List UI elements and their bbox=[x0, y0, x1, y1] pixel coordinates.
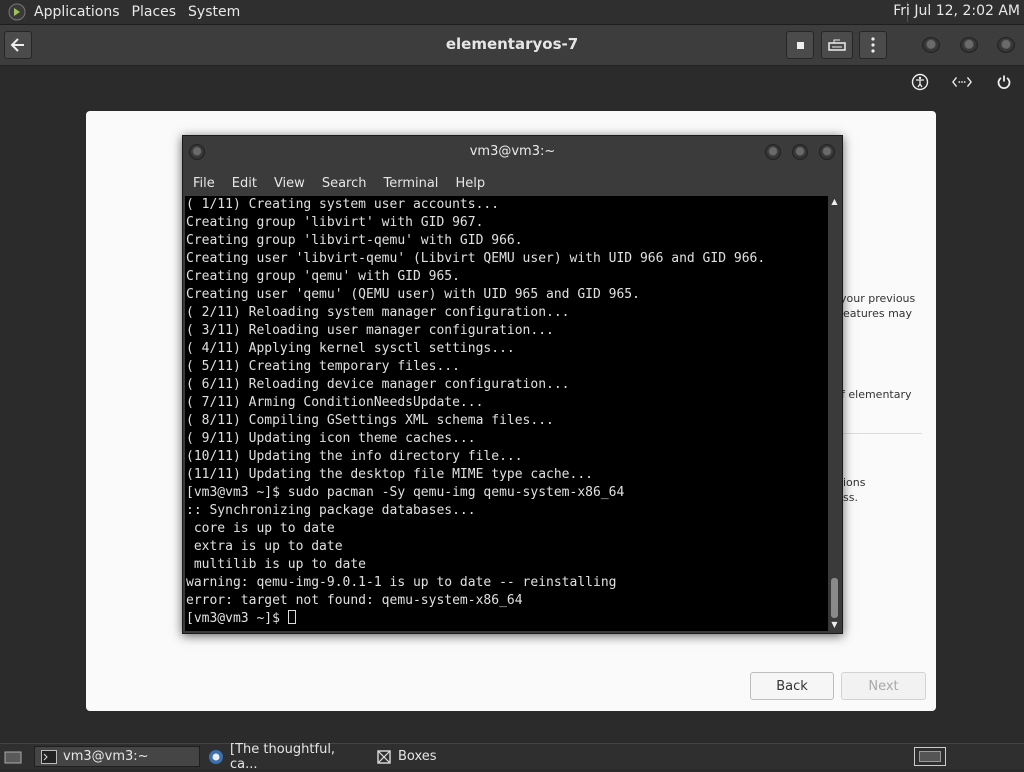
scrollbar-thumb[interactable] bbox=[831, 578, 838, 618]
menu-view[interactable]: View bbox=[274, 176, 312, 191]
terminal-line: ( 8/11) Compiling GSettings XML schema f… bbox=[186, 413, 554, 428]
distro-logo-icon[interactable] bbox=[8, 3, 26, 21]
menu-file[interactable]: File bbox=[193, 176, 222, 191]
installer-text-fragment: eatures may bbox=[843, 307, 913, 320]
terminal-line: [vm3@vm3 ~]$ sudo pacman -Sy qemu-img qe… bbox=[186, 485, 625, 500]
terminal-icon bbox=[41, 749, 57, 764]
terminal-minimize-button[interactable] bbox=[765, 144, 781, 160]
terminal-line: Creating group 'libvirt' with GID 967. bbox=[186, 215, 484, 230]
applications-menu[interactable]: Applications bbox=[30, 4, 128, 20]
boxes-headerbar: elementaryos-7 bbox=[0, 25, 1024, 66]
terminal-line: ( 1/11) Creating system user accounts... bbox=[186, 197, 500, 212]
taskbar-item-label: vm3@vm3:~ bbox=[63, 749, 149, 764]
terminal-title: vm3@vm3:~ bbox=[469, 144, 556, 159]
terminal-line: ( 4/11) Applying kernel sysctl settings.… bbox=[186, 341, 515, 356]
show-desktop-icon bbox=[4, 751, 22, 763]
clock[interactable]: Fri Jul 12, 2:02 AM bbox=[893, 3, 1020, 19]
show-desktop-button[interactable] bbox=[0, 746, 28, 767]
next-step-button[interactable]: Next bbox=[841, 672, 926, 700]
terminal-scrollbar[interactable]: ▲ ▼ bbox=[829, 196, 840, 631]
send-keys-button[interactable] bbox=[821, 31, 853, 59]
installer-text-fragment: f elementary bbox=[841, 388, 912, 401]
keyboard-icon bbox=[828, 39, 846, 51]
installer-text-fragment: ss. bbox=[843, 491, 858, 504]
terminal-line: ( 5/11) Creating temporary files... bbox=[186, 359, 460, 374]
accessibility-icon[interactable] bbox=[910, 72, 930, 92]
installer-divider bbox=[838, 433, 922, 434]
top-panel: Applications Places System Fri Jul 12, 2… bbox=[0, 0, 1024, 25]
terminal-line: core is up to date bbox=[186, 521, 335, 536]
terminal-cursor bbox=[287, 610, 296, 624]
minimize-window-button[interactable] bbox=[922, 37, 940, 53]
terminal-prompt-line: [vm3@vm3 ~]$ bbox=[185, 610, 828, 628]
close-window-button[interactable] bbox=[997, 37, 1015, 53]
terminal-maximize-button[interactable] bbox=[792, 144, 808, 160]
system-menu[interactable]: System bbox=[184, 4, 248, 20]
browser-icon bbox=[208, 749, 224, 764]
terminal-prompt: [vm3@vm3 ~]$ bbox=[186, 611, 288, 626]
terminal-line: Creating group 'libvirt-qemu' with GID 9… bbox=[186, 233, 523, 248]
vm-status-icons bbox=[910, 72, 1014, 92]
workspace-switcher[interactable] bbox=[914, 747, 946, 766]
terminal-line: Creating user 'libvirt-qemu' (Libvirt QE… bbox=[186, 251, 766, 266]
installer-text-fragment: ions bbox=[843, 476, 866, 489]
terminal-window: vm3@vm3:~ File Edit View Search Terminal… bbox=[182, 135, 843, 634]
stop-icon bbox=[796, 41, 804, 49]
terminal-close-button[interactable] bbox=[819, 144, 835, 160]
taskbar-item-boxes[interactable]: Boxes bbox=[370, 746, 536, 767]
taskbar-item-terminal[interactable]: vm3@vm3:~ bbox=[34, 746, 200, 767]
terminal-line: extra is up to date bbox=[186, 539, 343, 554]
boxes-icon bbox=[376, 749, 392, 764]
terminal-line: ( 6/11) Reloading device manager configu… bbox=[186, 377, 570, 392]
terminal-line: Creating group 'qemu' with GID 965. bbox=[186, 269, 460, 284]
kebab-menu-icon bbox=[871, 37, 875, 53]
menu-terminal[interactable]: Terminal bbox=[383, 176, 445, 191]
terminal-line: ( 9/11) Updating icon theme caches... bbox=[186, 431, 476, 446]
terminal-line: error: target not found: qemu-system-x86… bbox=[186, 593, 523, 608]
terminal-line: :: Synchronizing package databases... bbox=[186, 503, 476, 518]
installer-text-fragment: your previous bbox=[840, 292, 916, 305]
terminal-line: (10/11) Updating the info directory file… bbox=[186, 449, 523, 464]
terminal-line: ( 2/11) Reloading system manager configu… bbox=[186, 305, 570, 320]
terminal-line: ( 3/11) Reloading user manager configura… bbox=[186, 323, 554, 338]
taskbar-item-label: Boxes bbox=[398, 749, 437, 764]
taskbar-item-browser[interactable]: [The thoughtful, ca... bbox=[202, 742, 368, 772]
menu-button[interactable] bbox=[859, 31, 887, 59]
terminal-line: warning: qemu-img-9.0.1-1 is up to date … bbox=[186, 575, 617, 590]
terminal-line: Creating user 'qemu' (QEMU user) with UI… bbox=[186, 287, 640, 302]
scroll-up-icon[interactable]: ▲ bbox=[829, 197, 840, 207]
terminal-menubar: File Edit View Search Terminal Help bbox=[183, 170, 842, 196]
menu-search[interactable]: Search bbox=[322, 176, 374, 191]
stop-button[interactable] bbox=[786, 31, 814, 59]
scroll-down-icon[interactable]: ▼ bbox=[829, 620, 840, 630]
menu-help[interactable]: Help bbox=[455, 176, 492, 191]
network-icon[interactable] bbox=[952, 72, 972, 92]
back-step-button[interactable]: Back bbox=[750, 672, 834, 700]
places-menu[interactable]: Places bbox=[128, 4, 185, 20]
terminal-line: multilib is up to date bbox=[186, 557, 367, 572]
taskbar-item-label: [The thoughtful, ca... bbox=[230, 741, 336, 772]
maximize-window-button[interactable] bbox=[960, 37, 978, 53]
bottom-taskbar: vm3@vm3:~ [The thoughtful, ca... Boxes bbox=[0, 742, 1024, 772]
power-icon[interactable] bbox=[994, 72, 1014, 92]
terminal-line: ( 7/11) Arming ConditionNeedsUpdate... bbox=[186, 395, 484, 410]
menu-edit[interactable]: Edit bbox=[232, 176, 264, 191]
terminal-line: (11/11) Updating the desktop file MIME t… bbox=[186, 467, 593, 482]
workspace-window-thumb bbox=[919, 751, 941, 762]
terminal-output[interactable]: ( 1/11) Creating system user accounts...… bbox=[185, 196, 828, 631]
